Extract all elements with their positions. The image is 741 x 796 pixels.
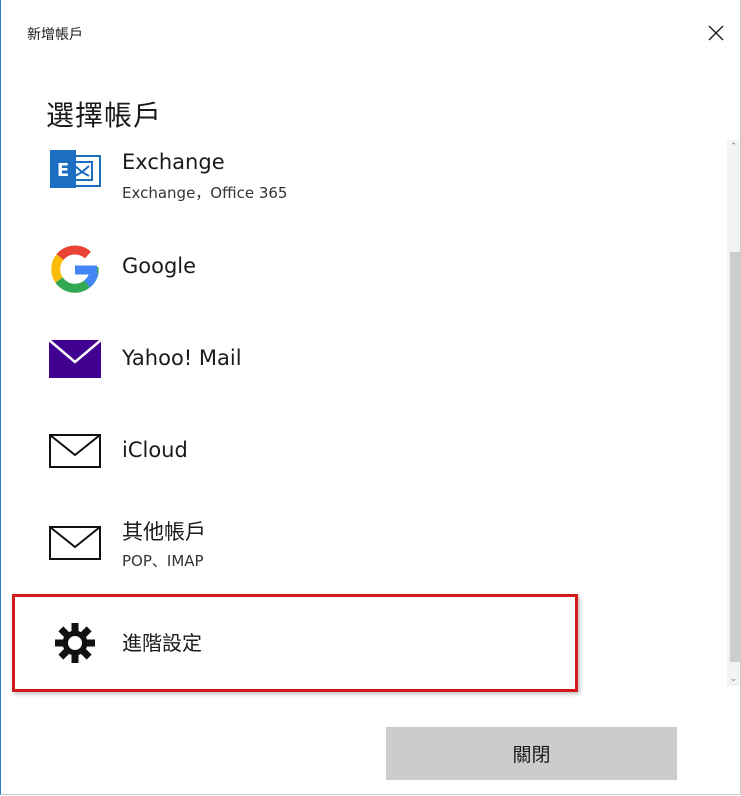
account-list: E Exchange Exchange，Office 365 Google Ya… [1, 138, 727, 698]
gear-icon [47, 618, 103, 668]
google-icon [47, 244, 103, 294]
account-item-other[interactable]: 其他帳戶 POP、IMAP [1, 506, 721, 586]
account-label: 其他帳戶 [122, 520, 206, 544]
account-item-advanced-setup[interactable]: 進階設定 [1, 598, 721, 684]
account-item-icloud[interactable]: iCloud [1, 414, 721, 494]
list-scrollbar[interactable]: ⌃ ⌄ [727, 140, 740, 686]
account-label: iCloud [122, 438, 188, 462]
page-title: 選擇帳戶 [46, 99, 163, 132]
close-icon [708, 25, 724, 41]
account-sublabel: Exchange，Office 365 [122, 184, 288, 202]
account-sublabel: POP、IMAP [122, 552, 204, 570]
yahoo-mail-icon [47, 336, 103, 386]
close-button[interactable]: 關閉 [386, 727, 677, 780]
account-item-yahoo-mail[interactable]: Yahoo! Mail [1, 322, 721, 402]
scroll-thumb[interactable] [730, 252, 740, 662]
account-item-exchange[interactable]: E Exchange Exchange，Office 365 [1, 140, 721, 220]
envelope-icon [47, 428, 103, 478]
account-item-google[interactable]: Google [1, 230, 721, 312]
exchange-icon: E [47, 144, 103, 194]
account-label: Exchange [122, 150, 225, 174]
add-account-dialog: 新增帳戶 選擇帳戶 E Exchange Exchange，Office 365 [0, 0, 741, 795]
account-label: Google [122, 254, 197, 278]
account-label: 進階設定 [122, 631, 202, 655]
scroll-up-icon[interactable]: ⌃ [727, 140, 740, 154]
scroll-down-icon[interactable]: ⌄ [727, 672, 740, 686]
close-window-button[interactable] [699, 18, 733, 50]
window-title: 新增帳戶 [27, 27, 83, 43]
account-label: Yahoo! Mail [122, 346, 242, 370]
svg-text:E: E [57, 160, 69, 181]
envelope-icon [47, 520, 103, 570]
